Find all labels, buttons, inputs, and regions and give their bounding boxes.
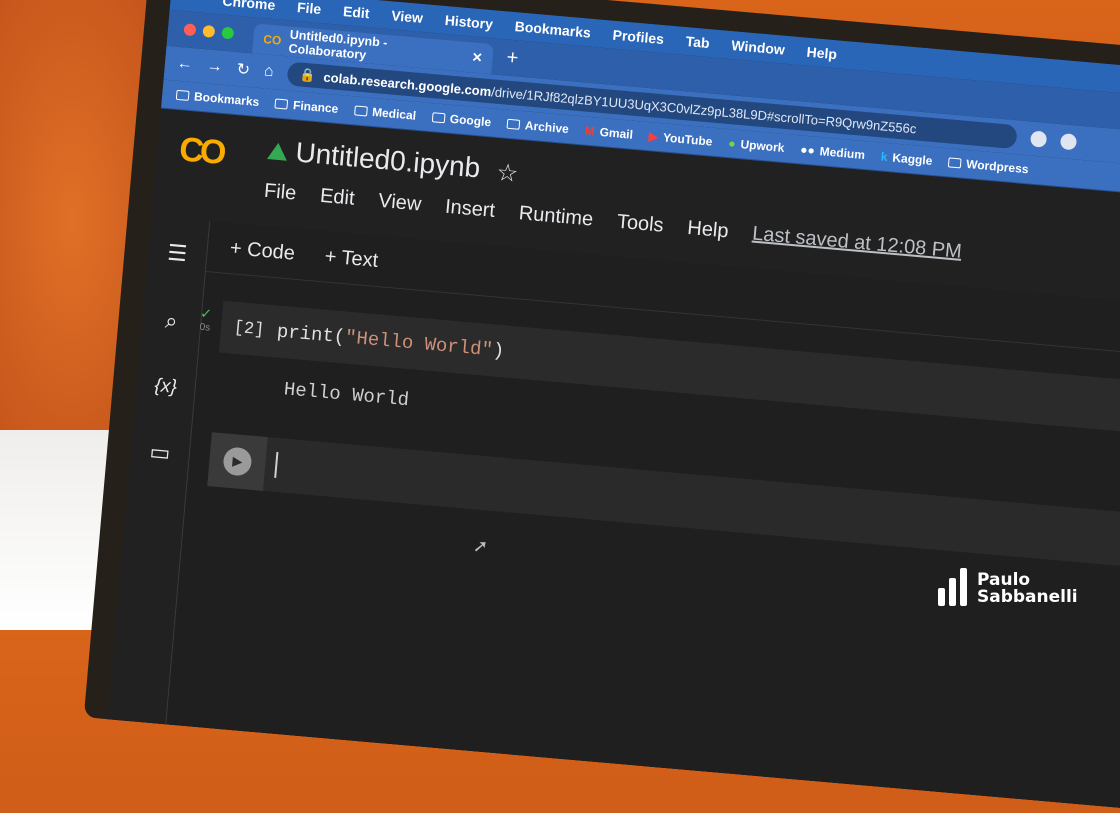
back-icon[interactable]: ← xyxy=(176,55,193,74)
bookmark-label: Bookmarks xyxy=(193,89,260,110)
youtube-icon: ▶ xyxy=(648,129,659,144)
folder-icon xyxy=(274,98,289,110)
exec-time: 0s xyxy=(199,321,211,334)
folder-icon xyxy=(175,89,190,101)
bookmark-kaggle[interactable]: k Kaggle xyxy=(880,149,933,167)
list-icon[interactable]: ☰ xyxy=(166,240,188,268)
lock-icon: 🔒 xyxy=(298,66,317,83)
bookmark-archive[interactable]: Archive xyxy=(506,117,569,136)
colab-logo[interactable]: CO xyxy=(178,130,224,173)
menu-chrome[interactable]: Chrome xyxy=(222,0,276,13)
colab-menu-file[interactable]: File xyxy=(263,180,297,206)
text-cursor xyxy=(274,451,279,478)
bookmark-label: Wordpress xyxy=(965,156,1030,177)
colab-menu-help[interactable]: Help xyxy=(686,217,729,243)
watermark: Paulo Sabbanelli xyxy=(938,568,1078,606)
code-string: "Hello World" xyxy=(344,326,494,362)
close-tab-icon[interactable]: ✕ xyxy=(471,49,483,66)
code-text: print("Hello World") xyxy=(276,321,505,363)
notebook-title[interactable]: Untitled0.ipynb xyxy=(266,134,482,184)
add-text-button[interactable]: + Text xyxy=(324,245,379,273)
add-code-button[interactable]: + Code xyxy=(229,237,296,266)
notebook-area: + Code + Text ✓ 0s [2] print("Hello Worl… xyxy=(163,221,1120,811)
bookmark-medium[interactable]: ●● Medium xyxy=(800,142,866,162)
medium-icon: ●● xyxy=(799,142,816,158)
last-saved-link[interactable]: Last saved at 12:08 PM xyxy=(751,223,962,264)
colab-menu-edit[interactable]: Edit xyxy=(319,185,355,211)
menu-edit[interactable]: Edit xyxy=(342,3,370,21)
reload-icon[interactable]: ↻ xyxy=(236,59,251,80)
search-icon[interactable]: ⌕ xyxy=(164,308,178,335)
bookmark-upwork[interactable]: ● Upwork xyxy=(728,136,785,155)
google-drive-icon xyxy=(266,141,289,161)
code-fn: print( xyxy=(275,320,347,349)
bookmark-medical[interactable]: Medical xyxy=(353,103,417,123)
bookmark-finance[interactable]: Finance xyxy=(274,96,339,116)
bookmark-label: Medical xyxy=(371,104,417,123)
new-tab-button[interactable]: + xyxy=(491,45,520,76)
bookmark-label: Archive xyxy=(524,118,570,137)
colab-body: ☰ ⌕ {x} ▭ + Code + Text ✓ 0s [2] print("… xyxy=(107,216,1120,811)
menu-history[interactable]: History xyxy=(444,12,493,32)
watermark-line2: Sabbanelli xyxy=(977,587,1078,607)
upwork-icon: ● xyxy=(727,136,737,151)
execution-count: [2] xyxy=(232,318,266,340)
zoom-window-button[interactable] xyxy=(221,26,235,40)
menu-view[interactable]: View xyxy=(391,7,424,26)
bookmark-label: Finance xyxy=(292,98,339,116)
colab-menu-view[interactable]: View xyxy=(377,190,422,217)
bookmark-label: Upwork xyxy=(739,137,786,155)
menu-help[interactable]: Help xyxy=(806,44,838,63)
forward-icon[interactable]: → xyxy=(206,57,223,76)
bookmark-wordpress[interactable]: Wordpress xyxy=(947,155,1030,177)
folder-icon xyxy=(947,157,962,169)
bookmark-label: Gmail xyxy=(599,124,634,142)
folder-icon xyxy=(506,118,521,130)
menu-tab[interactable]: Tab xyxy=(685,33,710,51)
google-account-icon[interactable] xyxy=(1059,133,1078,151)
bookmark-gmail[interactable]: M Gmail xyxy=(584,124,633,142)
mouse-pointer-icon: ➚ xyxy=(472,535,489,557)
folder-icon[interactable]: ▭ xyxy=(148,439,172,467)
menu-window[interactable]: Window xyxy=(731,37,786,58)
bookmark-label: Google xyxy=(449,111,492,130)
laptop-screen: Chrome File Edit View History Bookmarks … xyxy=(107,0,1120,811)
bookmark-label: YouTube xyxy=(662,130,714,149)
menu-profiles[interactable]: Profiles xyxy=(612,27,665,47)
variables-icon[interactable]: {x} xyxy=(154,375,178,399)
menu-bookmarks[interactable]: Bookmarks xyxy=(514,18,591,41)
bookmark-google[interactable]: Google xyxy=(431,110,492,130)
colab-menu-insert[interactable]: Insert xyxy=(444,196,496,223)
menu-file[interactable]: File xyxy=(297,0,322,17)
watermark-name: Paulo Sabbanelli xyxy=(977,572,1078,606)
extension-icon[interactable] xyxy=(1030,130,1048,148)
home-icon[interactable]: ⌂ xyxy=(263,62,274,81)
cell-status: ✓ 0s xyxy=(199,305,213,334)
code-end: ) xyxy=(491,339,506,363)
close-window-button[interactable] xyxy=(183,23,197,37)
bookmark-youtube[interactable]: ▶ YouTube xyxy=(648,129,713,149)
check-icon: ✓ xyxy=(199,304,213,322)
colab-menu-runtime[interactable]: Runtime xyxy=(518,202,594,231)
bookmark-bookmarks[interactable]: Bookmarks xyxy=(175,88,260,110)
run-cell-button[interactable]: ▶ xyxy=(207,432,268,491)
gmail-icon: M xyxy=(584,123,596,139)
notebook-name: Untitled0.ipynb xyxy=(294,136,482,184)
colab-menu-tools[interactable]: Tools xyxy=(616,211,664,238)
kaggle-icon: k xyxy=(880,149,889,165)
star-icon[interactable]: ☆ xyxy=(495,158,519,189)
play-icon: ▶ xyxy=(222,446,253,477)
minimize-window-button[interactable] xyxy=(202,24,216,38)
folder-icon xyxy=(353,105,368,117)
url-domain: colab.research.google.com xyxy=(322,69,492,99)
watermark-bars-icon xyxy=(938,568,967,606)
colab-favicon: CO xyxy=(262,32,282,48)
folder-icon xyxy=(431,112,446,124)
bookmark-label: Medium xyxy=(819,144,866,163)
bookmark-label: Kaggle xyxy=(891,150,933,168)
